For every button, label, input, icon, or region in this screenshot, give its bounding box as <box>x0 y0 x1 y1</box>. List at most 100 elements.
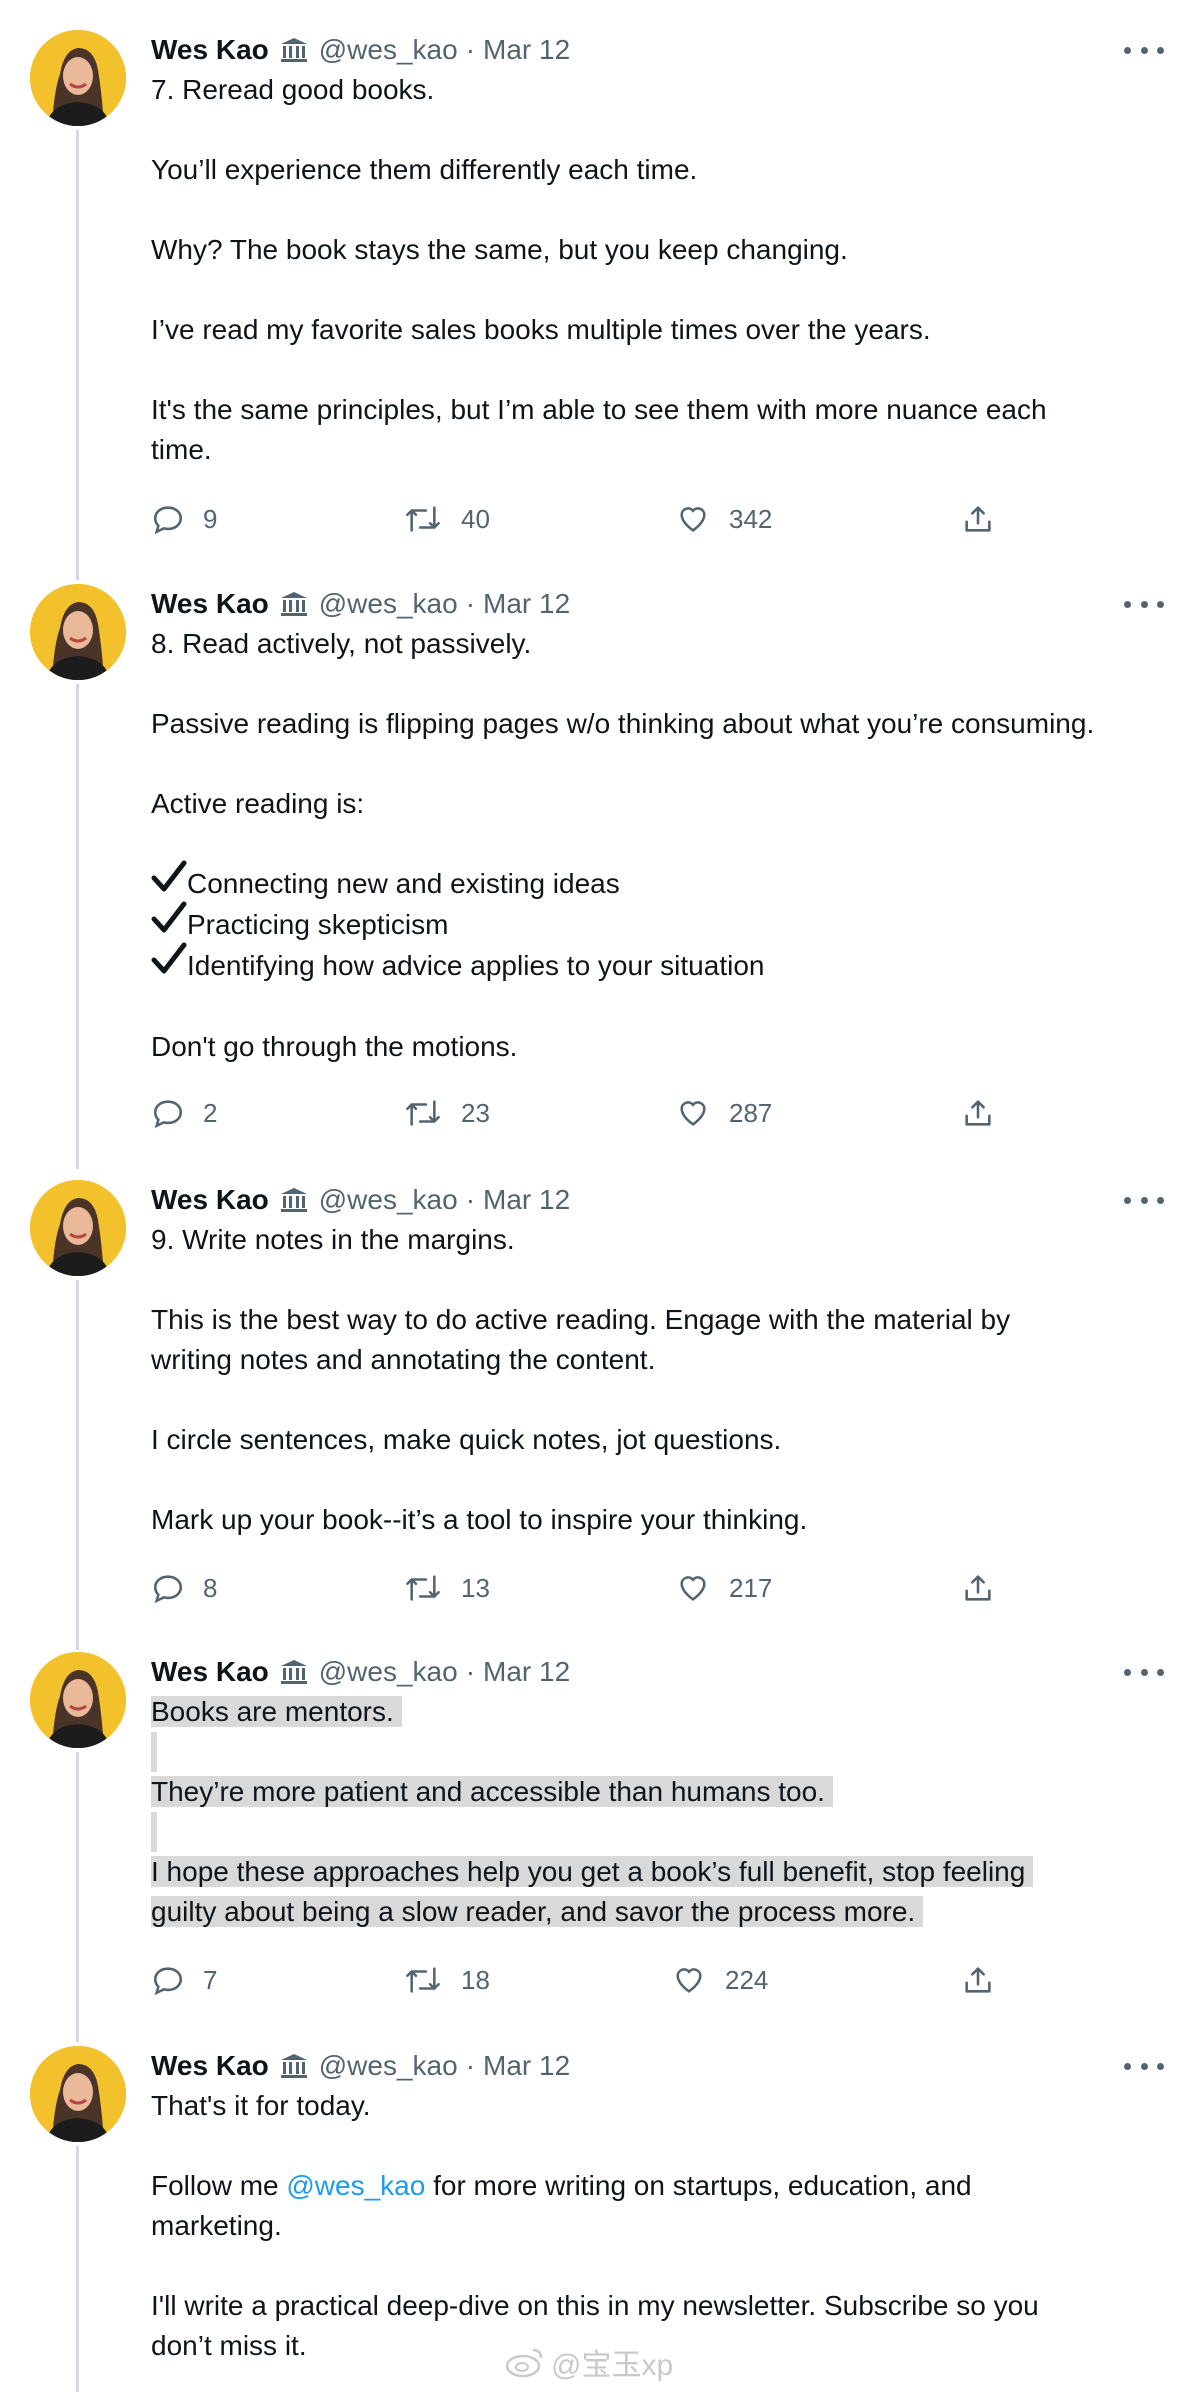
heart-icon <box>676 1968 702 1993</box>
paragraph: 7. Reread good books. <box>151 74 435 105</box>
retweet-icon <box>406 1575 440 1601</box>
more-options-icon[interactable] <box>1124 1190 1164 1210</box>
paragraph: It's the same principles, but I’m able t… <box>151 394 1047 425</box>
paragraph: time. <box>151 434 212 465</box>
author-handle[interactable]: @wes_kao <box>319 34 458 66</box>
avatar[interactable] <box>30 1652 126 1748</box>
tweet-date[interactable]: Mar 12 <box>483 2050 570 2082</box>
reply-button[interactable]: 9 <box>151 499 217 539</box>
like-button[interactable]: 224 <box>671 1960 768 2000</box>
avatar-image <box>30 1652 126 1748</box>
highlighted-text: Books are mentors. <box>151 1696 402 1727</box>
share-button[interactable] <box>961 1093 995 1133</box>
author-name[interactable]: Wes Kao <box>151 2050 269 2082</box>
avatar[interactable] <box>30 584 126 680</box>
avatar[interactable] <box>30 2046 126 2142</box>
tweet-actions: 8 13 217 <box>151 1568 1011 1608</box>
tweet-actions: 7 18 224 <box>151 1960 1011 2000</box>
reply-icon <box>153 506 183 535</box>
like-button[interactable]: 287 <box>675 1093 772 1133</box>
heart-icon <box>680 1576 706 1601</box>
avatar[interactable] <box>30 30 126 126</box>
retweet-button[interactable]: 23 <box>403 1093 490 1133</box>
like-button[interactable]: 217 <box>675 1568 772 1608</box>
more-options-icon[interactable] <box>1124 1662 1164 1682</box>
heart-icon <box>680 1101 706 1126</box>
tweet-date[interactable]: Mar 12 <box>483 1656 570 1688</box>
tweet-header: Wes Kao @wes_kao · Mar 12 <box>151 1180 570 1220</box>
paragraph: 8. Read actively, not passively. <box>151 628 532 659</box>
like-button[interactable]: 342 <box>675 499 772 539</box>
author-name[interactable]: Wes Kao <box>151 1656 269 1688</box>
retweet-count: 23 <box>461 1097 490 1128</box>
more-options-icon[interactable] <box>1124 2056 1164 2076</box>
watermark: @宝玉xp <box>505 2340 673 2384</box>
paragraph: Don't go through the motions. <box>151 1031 518 1063</box>
retweet-count: 18 <box>461 1964 490 1995</box>
reply-icon <box>153 1100 183 1129</box>
more-options-icon[interactable] <box>1124 40 1164 60</box>
tweet-actions: 9 40 342 <box>151 499 1011 539</box>
author-name[interactable]: Wes Kao <box>151 1184 269 1216</box>
avatar[interactable] <box>30 1180 126 1276</box>
reply-count: 2 <box>203 1097 218 1128</box>
highlighted-text: They’re more patient and accessible than… <box>151 1776 833 1807</box>
checklist-text: Identifying how advice applies to your s… <box>187 950 765 982</box>
reply-button[interactable]: 2 <box>151 1093 217 1133</box>
share-button[interactable] <box>961 1568 995 1608</box>
government-building-icon <box>279 2052 309 2080</box>
separator: · <box>465 2050 476 2081</box>
paragraph: Passive reading is flipping pages w/o th… <box>151 708 1095 739</box>
author-name[interactable]: Wes Kao <box>151 34 269 66</box>
paragraph: marketing. <box>151 2210 282 2241</box>
tweet-date[interactable]: Mar 12 <box>483 34 570 66</box>
author-handle[interactable]: @wes_kao <box>319 1656 458 1688</box>
more-options-icon[interactable] <box>1124 594 1164 614</box>
checklist-item: Practicing skepticism <box>151 901 1181 946</box>
tweet-text: 9. Write notes in the margins. This is t… <box>151 1220 1181 1540</box>
tweet: Wes Kao @wes_kao · Mar 12 Books are ment… <box>0 1652 1190 2052</box>
tweet-date[interactable]: Mar 12 <box>483 588 570 620</box>
tweet-text: That's it for today. Follow me @wes_kao … <box>151 2086 1181 2366</box>
heart-icon <box>680 507 706 532</box>
avatar-image <box>30 2046 126 2142</box>
tweet-header: Wes Kao @wes_kao · Mar 12 <box>151 2046 570 2086</box>
author-handle[interactable]: @wes_kao <box>319 2050 458 2082</box>
checklist-item: Identifying how advice applies to your s… <box>151 942 1181 987</box>
tweet-text: Books are mentors. They’re more patient … <box>151 1692 1181 1932</box>
government-building-icon <box>279 1186 309 1214</box>
author-name[interactable]: Wes Kao <box>151 588 269 620</box>
tweet-header: Wes Kao @wes_kao · Mar 12 <box>151 30 570 70</box>
author-handle[interactable]: @wes_kao <box>319 588 458 620</box>
reply-icon <box>153 1967 183 1996</box>
retweet-button[interactable]: 18 <box>403 1960 490 2000</box>
share-button[interactable] <box>961 1960 995 2000</box>
author-handle[interactable]: @wes_kao <box>319 1184 458 1216</box>
paragraph: I’ve read my favorite sales books multip… <box>151 314 931 345</box>
government-building-icon <box>279 1658 309 1686</box>
retweet-button[interactable]: 13 <box>403 1568 490 1608</box>
separator: · <box>465 1184 476 1215</box>
checkmark-icon <box>151 860 187 905</box>
checkmark-icon <box>151 901 187 946</box>
separator: · <box>465 34 476 65</box>
retweet-button[interactable]: 40 <box>403 499 490 539</box>
share-button[interactable] <box>961 499 995 539</box>
mention-link[interactable]: @wes_kao <box>286 2170 425 2201</box>
retweet-icon <box>406 1100 440 1126</box>
retweet-count: 13 <box>461 1572 490 1603</box>
separator: · <box>465 588 476 619</box>
tweet-text: 8. Read actively, not passively. Passive… <box>151 624 1181 1067</box>
reply-button[interactable]: 8 <box>151 1568 217 1608</box>
government-building-icon <box>279 590 309 618</box>
reply-icon <box>153 1575 183 1604</box>
paragraph: Active reading is: <box>151 788 365 819</box>
tweet-date[interactable]: Mar 12 <box>483 1184 570 1216</box>
checklist-text: Practicing skepticism <box>187 909 449 941</box>
retweet-count: 40 <box>461 503 490 534</box>
reply-button[interactable]: 7 <box>151 1960 217 2000</box>
government-building-icon <box>279 36 309 64</box>
highlighted-text: I hope these approaches help you get a b… <box>151 1856 1034 1887</box>
text: for more writing on startups, education,… <box>425 2170 972 2201</box>
avatar-image <box>30 584 126 680</box>
